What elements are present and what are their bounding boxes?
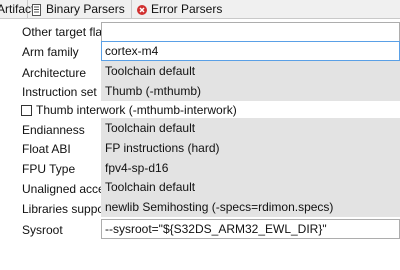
tab-error-parsers-label: Error Parsers: [151, 2, 223, 16]
fpu-type-label: FPU Type: [22, 162, 76, 176]
endianness-label: Endianness: [22, 123, 85, 137]
libraries-support-label: Libraries support: [22, 202, 112, 216]
tab-bar: Artifact Binary Parsers Error Parsers: [0, 0, 400, 19]
float-abi-select[interactable]: FP instructions (hard): [101, 138, 400, 158]
architecture-select[interactable]: Toolchain default: [101, 61, 400, 81]
fpu-type-select[interactable]: fpv4-sp-d16: [101, 158, 400, 178]
architecture-label: Architecture: [22, 66, 87, 80]
target-processor-settings-panel: Other target flags Arm family cortex-m4 …: [16, 19, 400, 270]
endianness-select[interactable]: Toolchain default: [101, 118, 400, 138]
thumb-interwork-checkbox[interactable]: [21, 105, 32, 116]
thumb-interwork-label: Thumb interwork (-mthumb-interwork): [36, 103, 237, 117]
float-abi-label: Float ABI: [22, 142, 71, 156]
sysroot-label: Sysroot: [22, 223, 63, 237]
instruction-set-label: Instruction set: [22, 85, 97, 99]
arm-family-input[interactable]: cortex-m4: [101, 41, 400, 61]
unaligned-access-select[interactable]: Toolchain default: [101, 177, 400, 197]
other-target-flags-input[interactable]: [101, 22, 400, 42]
libraries-support-select[interactable]: newlib Semihosting (-specs=rdimon.specs): [101, 197, 400, 217]
arm-family-label: Arm family: [22, 45, 79, 59]
tab-binary-parsers-label: Binary Parsers: [46, 2, 125, 16]
tab-artifact[interactable]: Artifact: [0, 0, 34, 18]
tab-binary-parsers[interactable]: Binary Parsers: [28, 0, 132, 18]
instruction-set-select[interactable]: Thumb (-mthumb): [101, 81, 400, 101]
sysroot-input[interactable]: --sysroot="${S32DS_ARM32_EWL_DIR}": [101, 219, 400, 239]
tab-error-parsers[interactable]: Error Parsers: [133, 0, 228, 18]
